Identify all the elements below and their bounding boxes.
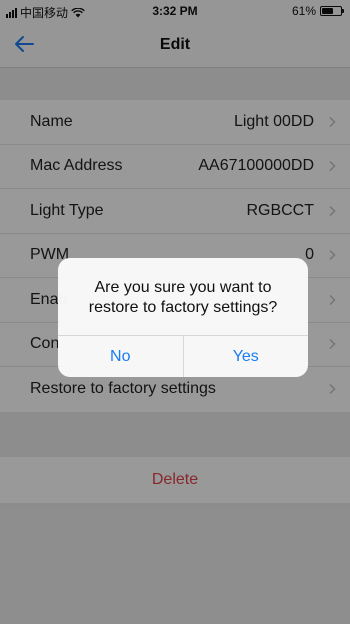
alert-message: Are you sure you want to restore to fact…: [88, 279, 278, 316]
alert-no-button[interactable]: No: [58, 336, 183, 377]
alert-yes-button[interactable]: Yes: [182, 336, 309, 377]
edit-screen: 中国移动 3:32 PM 61% Edit Name Light 00DD Ma…: [0, 0, 350, 624]
confirm-alert: Are you sure you want to restore to fact…: [58, 258, 308, 377]
alert-actions: No Yes: [58, 335, 308, 377]
